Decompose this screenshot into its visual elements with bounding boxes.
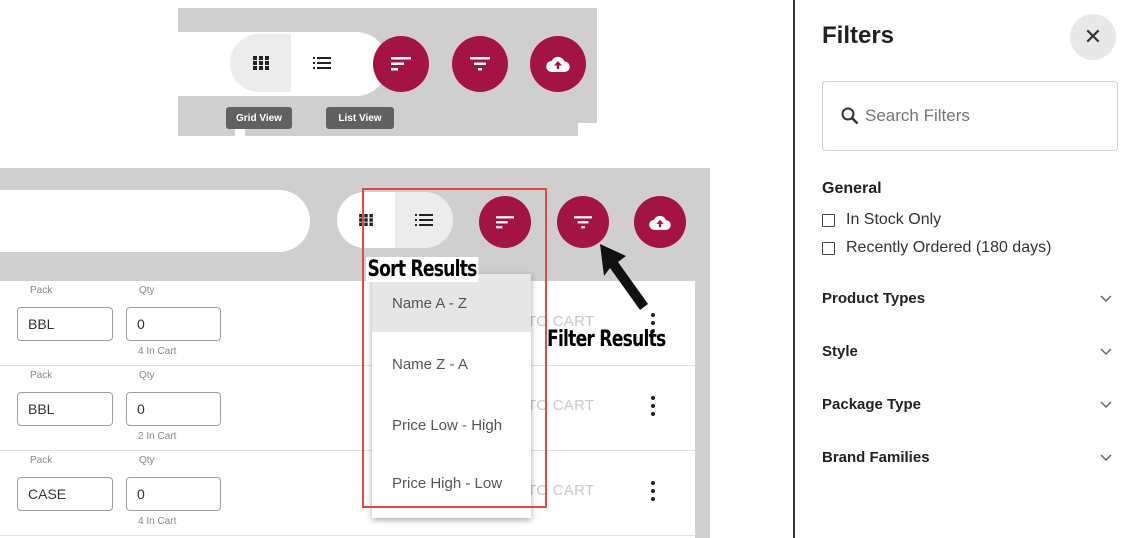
qty-input[interactable]: 0: [126, 392, 221, 426]
more-options-icon[interactable]: [651, 396, 655, 420]
chevron-down-icon: [1100, 453, 1112, 461]
close-icon: ✕: [1083, 24, 1103, 49]
accordion-label: Package Type: [822, 396, 921, 413]
content-edge: [578, 123, 597, 136]
table-row: Pack BBL Qty 0 2 In Cart TO CART: [0, 366, 695, 451]
view-toggle: [230, 34, 352, 92]
filters-title: Filters: [822, 22, 895, 49]
product-list: Pack BBL Qty 0 4 In Cart TO CART Pack BB…: [0, 281, 695, 538]
filters-panel: Filters ✕ Search Filters General In Stoc…: [793, 0, 1143, 538]
pack-select[interactable]: CASE: [17, 477, 113, 511]
sort-icon: [391, 57, 411, 71]
qty-input[interactable]: 0: [126, 477, 221, 511]
checkbox-label: In Stock Only: [846, 211, 942, 228]
upload-button[interactable]: [530, 36, 586, 92]
pack-select[interactable]: BBL: [17, 392, 113, 426]
qty-input[interactable]: 0: [126, 307, 221, 341]
in-cart-count: 2 In Cart: [138, 431, 177, 442]
accordion-product-types[interactable]: Product Types: [822, 290, 1112, 307]
in-stock-checkbox[interactable]: In Stock Only: [822, 211, 941, 229]
filter-search-input[interactable]: Search Filters: [822, 81, 1118, 151]
close-button[interactable]: ✕: [1070, 14, 1116, 60]
filter-button[interactable]: [557, 196, 609, 248]
list-view-button[interactable]: [291, 34, 352, 92]
sort-button[interactable]: [373, 36, 429, 92]
accordion-package-type[interactable]: Package Type: [822, 396, 1112, 413]
in-cart-count: 4 In Cart: [138, 516, 177, 527]
cloud-upload-icon: [546, 56, 570, 73]
checkbox-icon[interactable]: [822, 213, 835, 227]
search-bar[interactable]: [0, 190, 310, 252]
accordion-label: Product Types: [822, 290, 926, 307]
qty-label: Qty: [137, 370, 157, 381]
accordion-label: Brand Families: [822, 449, 930, 466]
more-options-icon[interactable]: [651, 481, 655, 505]
filter-icon: [574, 215, 592, 228]
grid-view-tooltip: Grid View: [226, 107, 292, 129]
list-view-tooltip: List View: [326, 107, 394, 129]
qty-label: Qty: [137, 455, 157, 466]
chevron-down-icon: [1100, 400, 1112, 408]
accordion-brand-families[interactable]: Brand Families: [822, 449, 1112, 466]
search-placeholder: Search Filters: [865, 106, 970, 125]
table-row: Pack BBL Qty 0 4 In Cart TO CART: [0, 281, 695, 366]
filter-results-annotation: Filter Results: [547, 327, 666, 352]
filter-icon: [470, 57, 490, 71]
pack-select[interactable]: BBL: [17, 307, 113, 341]
grid-icon: [252, 56, 269, 70]
general-heading: General: [822, 180, 882, 197]
chevron-down-icon: [1100, 294, 1112, 302]
search-icon: [841, 107, 859, 125]
qty-label: Qty: [137, 285, 157, 296]
pack-label: Pack: [28, 455, 55, 466]
checkbox-icon[interactable]: [822, 241, 835, 255]
checkbox-label: Recently Ordered (180 days): [846, 239, 1052, 256]
pack-label: Pack: [28, 370, 55, 381]
grid-view-button[interactable]: [230, 34, 291, 92]
sort-results-annotation: Sort Results: [366, 257, 479, 282]
content-edge: [235, 129, 245, 136]
arrow-icon: [600, 244, 648, 310]
recently-ordered-checkbox[interactable]: Recently Ordered (180 days): [822, 239, 1051, 257]
upload-button[interactable]: [634, 196, 686, 248]
list-icon: [312, 57, 331, 69]
toolbar-sort-example: Pack BBL Qty 0 4 In Cart TO CART Pack BB…: [0, 168, 710, 538]
pack-label: Pack: [28, 285, 55, 296]
table-row: Pack CASE Qty 0 4 In Cart TO CART: [0, 451, 695, 536]
cloud-upload-icon: [649, 215, 671, 230]
accordion-label: Style: [822, 343, 858, 360]
filter-button[interactable]: [452, 36, 508, 92]
toolbar-tooltip-example: Grid View List View: [178, 8, 597, 136]
accordion-style[interactable]: Style: [822, 343, 1112, 360]
in-cart-count: 4 In Cart: [138, 346, 177, 357]
chevron-down-icon: [1100, 347, 1112, 355]
annotation-highlight-box: [362, 188, 547, 508]
